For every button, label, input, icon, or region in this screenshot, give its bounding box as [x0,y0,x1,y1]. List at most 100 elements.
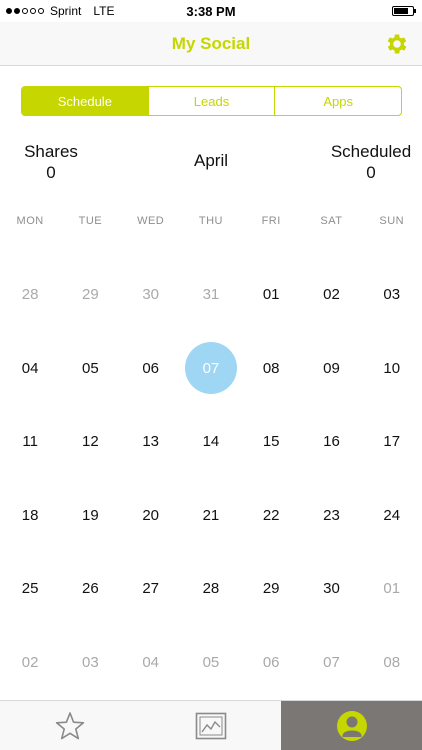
calendar-day[interactable]: 04 [0,332,60,406]
day-number: 25 [21,580,39,598]
calendar-day[interactable]: 30 [301,552,361,626]
day-number: 29 [82,286,99,304]
calendar-day[interactable]: 05 [60,332,120,406]
day-number: 09 [323,359,340,377]
calendar-day[interactable]: 17 [362,405,422,479]
profile-icon [336,710,367,741]
calendar-day[interactable]: 07 [301,626,361,700]
calendar-day[interactable]: 31 [181,258,241,332]
calendar-day[interactable]: 15 [241,405,301,479]
day-number: 10 [383,359,401,377]
day-number: 04 [142,653,159,671]
day-number: 12 [82,433,99,451]
calendar-day[interactable]: 27 [121,552,181,626]
day-number: 08 [383,653,401,671]
day-number: 31 [202,286,220,304]
calendar-day[interactable]: 23 [301,479,361,553]
day-number: 02 [323,286,340,304]
calendar-day[interactable]: 25 [0,552,60,626]
calendar-day[interactable]: 28 [181,552,241,626]
weekday-label: THU [198,215,223,227]
tab-bar [0,700,422,750]
day-number: 18 [21,506,39,524]
calendar-day[interactable]: 29 [60,258,120,332]
battery-icon [392,6,416,16]
calendar-day[interactable]: 13 [121,405,181,479]
day-number: 30 [142,286,159,304]
calendar-day[interactable]: 14 [181,405,241,479]
calendar-day[interactable]: 21 [181,479,241,553]
calendar-day[interactable]: 05 [181,626,241,700]
image-chart-icon [195,712,227,739]
day-number: 17 [383,433,401,451]
tab-profile[interactable] [281,701,422,750]
calendar-day[interactable]: 29 [241,552,301,626]
tab-favorites[interactable] [0,701,141,750]
calendar-day[interactable]: 20 [121,479,181,553]
day-number: 22 [262,506,280,524]
day-number: 05 [82,359,99,377]
segmented-control: Schedule Leads Apps [21,86,402,116]
day-number: 15 [262,433,280,451]
calendar-day[interactable]: 16 [301,405,361,479]
day-number: 27 [142,580,159,598]
day-number: 11 [22,433,38,451]
day-number: 01 [383,580,401,598]
calendar-day[interactable]: 11 [0,405,60,479]
day-number: 21 [202,506,220,524]
calendar-day[interactable]: 19 [60,479,120,553]
calendar-day[interactable]: 06 [121,332,181,406]
calendar-day[interactable]: 26 [60,552,120,626]
calendar-day[interactable]: 04 [121,626,181,700]
day-number: 03 [82,653,99,671]
calendar-day[interactable]: 08 [241,332,301,406]
calendar-day[interactable]: 24 [362,479,422,553]
scheduled-label: Scheduled [330,142,412,161]
day-number: 19 [82,506,99,524]
calendar-grid: 28 29 30 31 01 02 03 04 05 06 07 08 09 10 11 12 13 14 15 16… [0,258,422,699]
weekday-label: SUN [379,215,405,227]
day-number: 02 [21,653,39,671]
calendar-day[interactable]: 01 [362,552,422,626]
calendar-day[interactable]: 18 [0,479,60,553]
day-number: 04 [21,359,39,377]
tab-leads[interactable]: Leads [147,87,275,115]
day-number: 01 [262,286,280,304]
weekday-header: MON TUE WED THU FRI SAT SUN [0,215,422,227]
tab-media[interactable] [141,701,282,750]
calendar-day[interactable]: 28 [0,258,60,332]
scheduled-stat: Scheduled 0 [328,141,414,183]
calendar-day[interactable]: 03 [362,258,422,332]
calendar-day[interactable]: 02 [0,626,60,700]
day-number: 26 [82,580,99,598]
calendar-day[interactable]: 09 [301,332,361,406]
calendar-week: 11 12 13 14 15 16 17 [0,405,422,479]
calendar-day[interactable]: 08 [362,626,422,700]
calendar-day[interactable]: 22 [241,479,301,553]
calendar-day[interactable]: 12 [60,405,120,479]
scheduled-count: 0 [366,163,376,182]
calendar-day[interactable]: 30 [121,258,181,332]
day-number: 06 [262,653,280,671]
tab-schedule[interactable]: Schedule [22,87,148,115]
day-number: 07 [202,359,220,377]
day-number: 30 [323,580,340,598]
calendar-day[interactable]: 03 [60,626,120,700]
calendar-day[interactable]: 06 [241,626,301,700]
day-number: 05 [202,653,220,671]
gear-icon[interactable] [384,31,410,57]
day-number: 06 [142,359,159,377]
day-number: 07 [323,653,340,671]
calendar-day[interactable]: 02 [301,258,361,332]
day-number: 16 [323,433,340,451]
calendar-day-selected[interactable]: 07 [181,332,241,406]
calendar-day[interactable]: 10 [362,332,422,406]
calendar-week: 02 03 04 05 06 07 08 [0,626,422,700]
page-title: My Social [171,34,251,53]
status-time: 3:38 PM [186,4,236,19]
calendar-day[interactable]: 01 [241,258,301,332]
weekday-label: SAT [320,215,343,227]
tab-apps[interactable]: Apps [274,87,401,115]
star-icon [56,711,85,739]
day-number: 29 [262,580,280,598]
